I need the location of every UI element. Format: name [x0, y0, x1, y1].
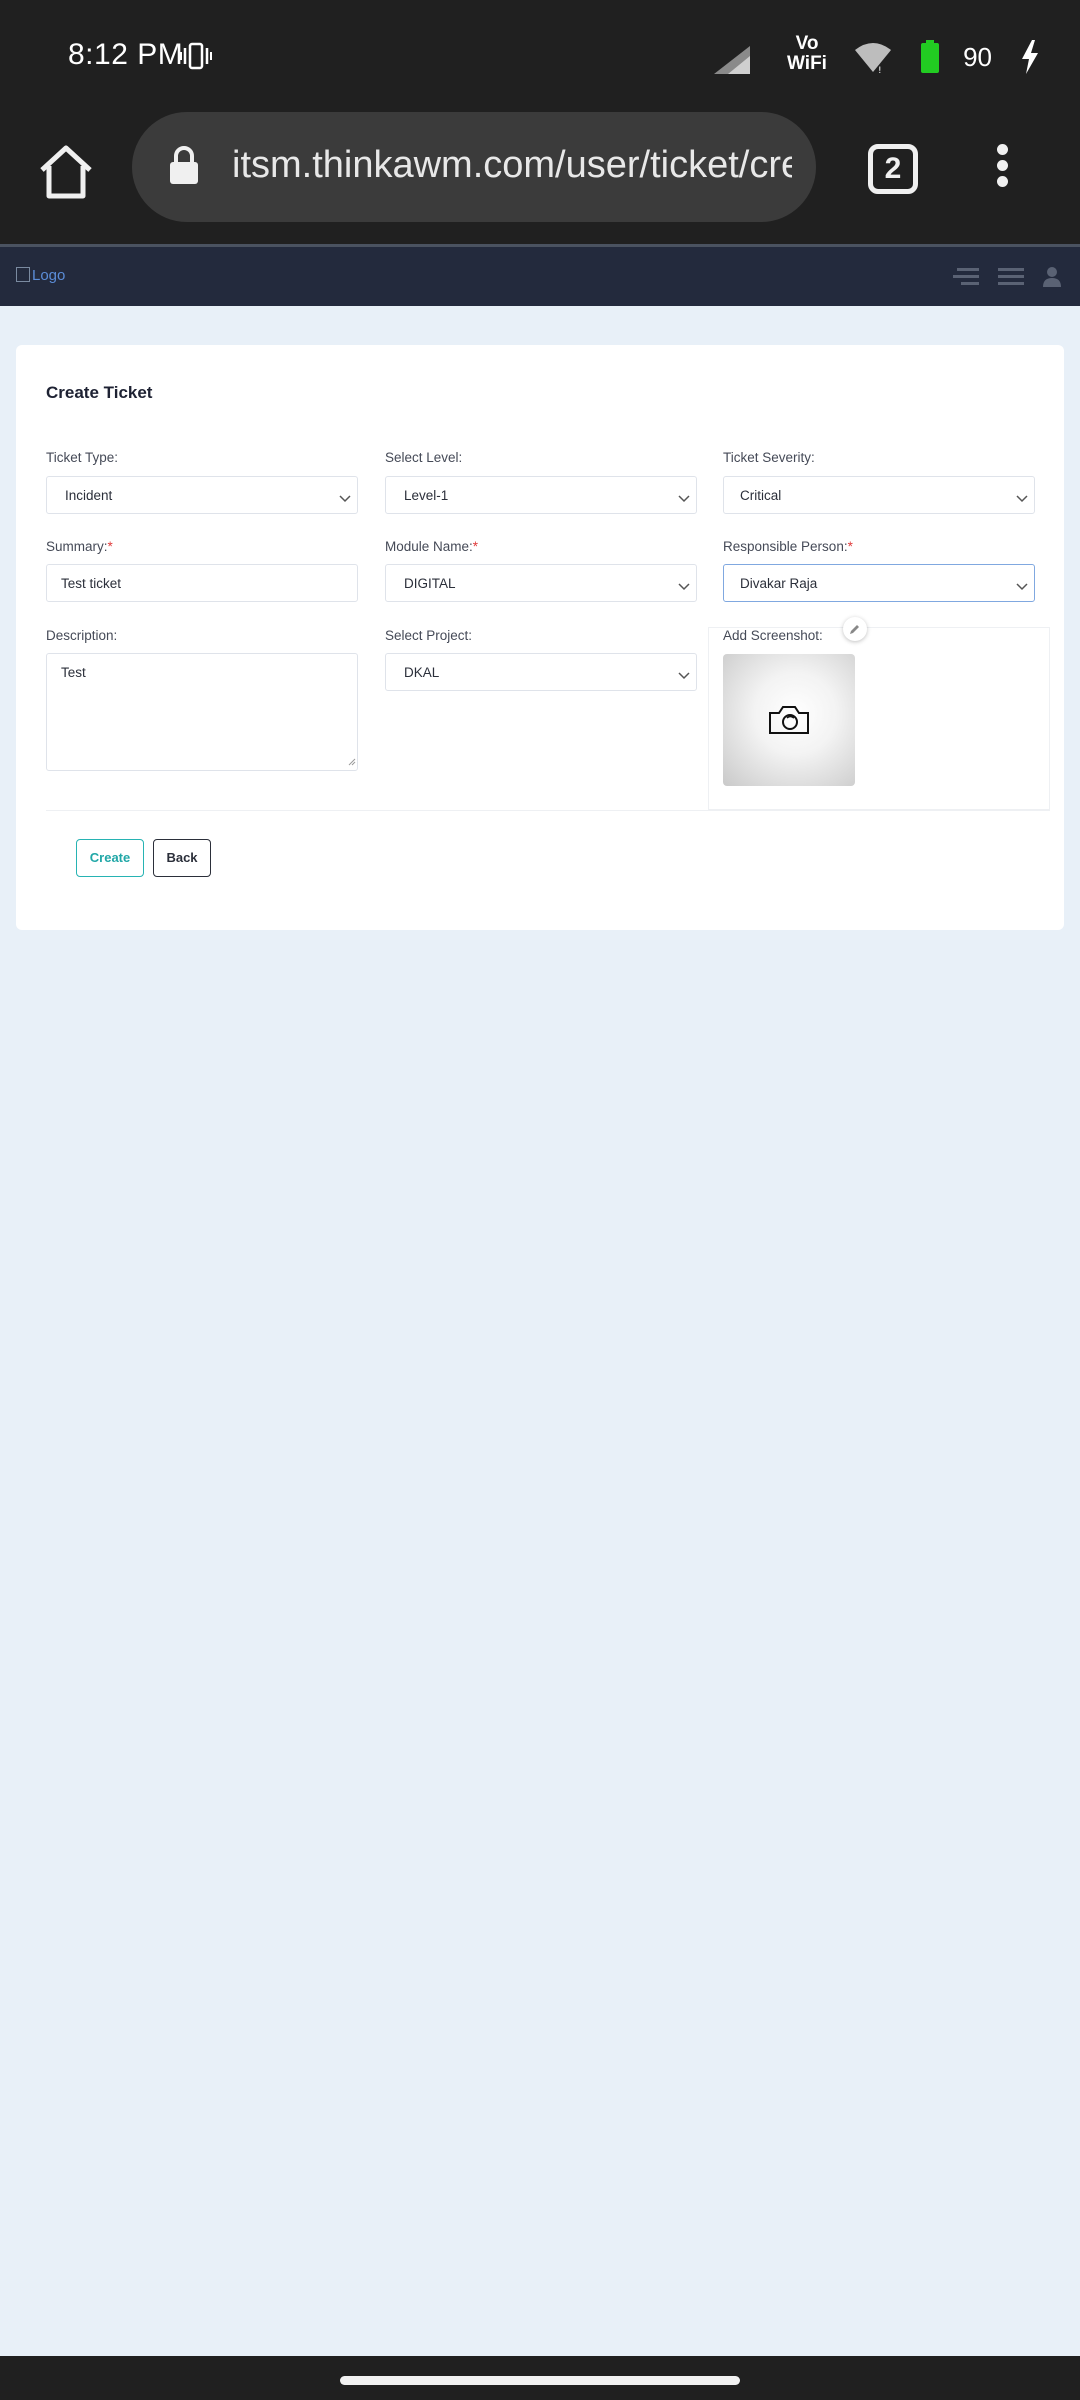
module-name-select[interactable]: DIGITAL [385, 564, 697, 602]
chevron-down-icon [1016, 579, 1028, 594]
gesture-handle[interactable] [340, 2376, 740, 2385]
status-time: 8:12 PM [68, 38, 184, 71]
screenshot-upload-area: Add Screenshot: [708, 627, 1050, 810]
chevron-down-icon [678, 579, 690, 594]
required-mark: * [107, 539, 113, 554]
ticket-severity-value: Critical [740, 488, 782, 503]
edit-screenshot-button[interactable] [843, 617, 867, 641]
ticket-type-value: Incident [65, 488, 113, 503]
page-title: Create Ticket [46, 383, 153, 402]
vowifi-line2: WiFi [787, 53, 827, 74]
select-project-value: DKAL [404, 665, 440, 680]
lock-icon [168, 146, 200, 191]
create-ticket-card: Create Ticket Ticket Type: Incident Sele… [16, 345, 1064, 930]
logo[interactable]: Logo [16, 267, 65, 284]
ticket-type-label: Ticket Type: [46, 450, 119, 465]
select-project-select[interactable]: DKAL [385, 653, 697, 691]
status-bar: 8:12 PM Vo WiFi ! 90 [0, 0, 1080, 112]
responsible-person-value: Divakar Raja [740, 576, 818, 591]
user-icon[interactable] [1042, 265, 1062, 292]
overflow-menu-button[interactable] [992, 144, 1012, 194]
select-level-value: Level-1 [404, 488, 449, 503]
browser-toolbar: itsm.thinkawm.com/user/ticket/create 2 [0, 112, 1080, 244]
tab-switcher-button[interactable]: 2 [868, 144, 918, 194]
hamburger-icon[interactable] [997, 265, 1024, 292]
create-button[interactable]: Create [76, 839, 144, 877]
description-textarea[interactable]: Test [46, 653, 358, 771]
pencil-icon [850, 625, 859, 634]
battery-level: 90 [963, 42, 992, 72]
select-level-label: Select Level: [385, 450, 463, 465]
responsible-person-label: Responsible Person:* [723, 539, 853, 554]
site-header: Logo [0, 244, 1080, 306]
summary-value: Test ticket [61, 576, 122, 591]
url-text: itsm.thinkawm.com/user/ticket/create [232, 144, 792, 186]
responsible-person-label-text: Responsible Person: [723, 539, 848, 554]
description-label: Description: [46, 628, 118, 643]
form-divider [46, 810, 1050, 811]
address-bar[interactable]: itsm.thinkawm.com/user/ticket/create [132, 112, 816, 222]
wifi-icon: ! [854, 42, 892, 79]
screenshot-preview[interactable] [723, 654, 855, 786]
vowifi-line1: Vo [795, 33, 819, 54]
chevron-down-icon [678, 491, 690, 506]
signal-icon [714, 46, 750, 79]
module-name-value: DIGITAL [404, 576, 456, 591]
vowifi-icon: Vo WiFi [784, 34, 830, 74]
camera-icon [767, 704, 811, 741]
ticket-type-select[interactable]: Incident [46, 476, 358, 514]
ticket-severity-label: Ticket Severity: [723, 450, 815, 465]
back-button[interactable]: Back [153, 839, 211, 877]
charging-icon [1020, 40, 1040, 79]
module-name-label: Module Name:* [385, 539, 478, 554]
header-actions [939, 265, 1062, 292]
required-mark: * [847, 539, 853, 554]
select-project-label: Select Project: [385, 628, 473, 643]
ticket-severity-select[interactable]: Critical [723, 476, 1035, 514]
responsible-person-select[interactable]: Divakar Raja [723, 564, 1035, 602]
svg-text:!: ! [878, 66, 882, 74]
add-screenshot-label: Add Screenshot: [723, 628, 823, 643]
select-level-select[interactable]: Level-1 [385, 476, 697, 514]
menu-icon[interactable] [953, 265, 980, 292]
vibrate-icon [180, 42, 212, 75]
home-icon [40, 145, 92, 199]
resize-grip-icon[interactable] [348, 754, 356, 769]
system-nav-bar [0, 2356, 1080, 2400]
summary-label-text: Summary: [46, 539, 108, 554]
required-mark: * [472, 539, 479, 554]
chevron-down-icon [339, 491, 351, 506]
chevron-down-icon [678, 668, 690, 683]
home-button[interactable] [36, 142, 96, 202]
chevron-down-icon [1016, 491, 1028, 506]
summary-input[interactable]: Test ticket [46, 564, 358, 602]
module-name-label-text: Module Name: [385, 539, 473, 554]
description-value: Test [61, 665, 86, 680]
summary-label: Summary:* [46, 539, 113, 554]
battery-icon [920, 40, 940, 79]
